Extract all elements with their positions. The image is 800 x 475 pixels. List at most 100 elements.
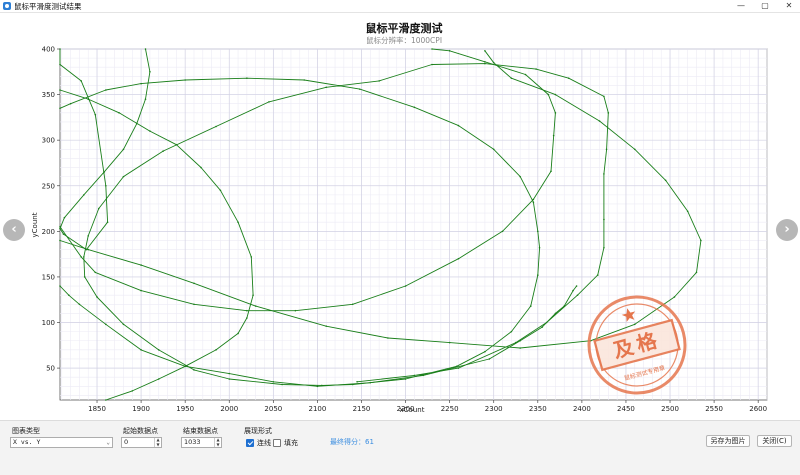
data-point	[501, 230, 504, 233]
control-panel	[0, 420, 800, 475]
chart-type-label: 图表类型	[12, 427, 40, 435]
chart-type-select[interactable]: X vs. Y ⌄	[10, 437, 113, 448]
end-point-stepper[interactable]: ▲ ▼	[214, 438, 221, 447]
data-point	[510, 330, 513, 333]
data-point	[162, 150, 164, 152]
data-point	[237, 332, 239, 335]
data-point	[695, 271, 698, 274]
data-point	[536, 274, 539, 276]
data-point	[404, 378, 407, 380]
data-point	[252, 294, 254, 296]
x-tick-label: 1950	[176, 405, 194, 413]
x-tick-label: 2000	[220, 405, 238, 413]
data-point	[140, 349, 142, 351]
data-point	[633, 323, 636, 326]
data-point	[294, 309, 297, 312]
chart-subtitle: 鼠标分辨率：1000CPI	[366, 35, 442, 45]
data-point	[448, 341, 451, 344]
data-point	[431, 48, 433, 50]
connect-label: 连线	[257, 439, 271, 447]
chart-title: 鼠标平滑度测试	[366, 21, 443, 35]
data-point	[140, 264, 142, 266]
data-point	[547, 93, 550, 96]
data-point	[228, 378, 231, 380]
data-point	[457, 257, 460, 260]
data-point	[603, 218, 605, 221]
data-point	[633, 148, 636, 151]
data-point	[431, 63, 433, 66]
start-point-input[interactable]: 0 ▲ ▼	[121, 437, 162, 448]
data-point	[603, 95, 605, 98]
window-title: 鼠标平滑度测试结果	[14, 2, 82, 11]
data-point	[105, 184, 107, 187]
data-point	[59, 225, 61, 228]
x-tick-label: 2100	[308, 405, 326, 413]
display-mode-label: 展现形式	[244, 427, 272, 435]
checkbox-icon[interactable]	[273, 439, 281, 447]
data-point	[356, 380, 358, 383]
data-point	[78, 303, 81, 306]
data-point	[700, 239, 702, 242]
chevron-down-icon: ⌄	[106, 439, 110, 446]
maximize-button[interactable]: ▢	[755, 0, 775, 13]
data-point	[80, 80, 82, 82]
data-point	[492, 148, 495, 151]
data-point	[105, 399, 107, 401]
data-point	[413, 106, 416, 109]
data-point	[193, 303, 195, 306]
data-point	[457, 124, 460, 127]
y-axis-label: yCount	[31, 212, 39, 237]
checkbox-icon[interactable]	[246, 439, 254, 447]
data-point	[325, 86, 328, 89]
title-bar: 鼠标平滑度测试结果 — ▢ ✕	[0, 0, 800, 13]
data-point	[510, 77, 513, 79]
x-tick-label: 2550	[705, 405, 723, 413]
data-point	[272, 380, 275, 383]
previous-chart-button[interactable]: ‹	[3, 219, 25, 241]
close-button[interactable]: 关闭(C)	[757, 435, 792, 447]
data-point	[572, 289, 574, 292]
data-point	[576, 294, 579, 296]
chart-area: 鼠标平滑度测试 鼠标分辨率：1000CPI 1850 1900 1950 2000 20…	[0, 14, 800, 420]
data-point	[686, 210, 689, 213]
data-point	[519, 175, 521, 178]
data-point	[605, 148, 608, 151]
close-window-button[interactable]: ✕	[779, 0, 799, 13]
chart-type-value: X vs. Y	[13, 438, 41, 446]
end-point-input[interactable]: 1033 ▲ ▼	[181, 437, 222, 448]
x-tick-label: 2450	[617, 405, 635, 413]
save-as-image-button[interactable]: 另存为图片	[706, 435, 750, 447]
data-point	[536, 230, 539, 233]
data-point	[422, 374, 424, 377]
data-point	[673, 296, 676, 298]
next-chart-button[interactable]: ›	[776, 219, 798, 241]
data-point	[532, 198, 535, 201]
data-point	[157, 378, 160, 380]
data-point	[144, 98, 147, 100]
data-point	[83, 256, 85, 258]
start-point-stepper[interactable]: ▲ ▼	[154, 438, 161, 447]
spin-down-icon[interactable]: ▼	[215, 442, 221, 448]
data-point	[413, 374, 416, 377]
final-score: 最终得分：61	[330, 438, 374, 446]
data-point	[105, 323, 107, 326]
end-point-label: 结束数据点	[183, 427, 218, 435]
spin-down-icon[interactable]: ▼	[155, 442, 161, 448]
data-point	[457, 367, 460, 369]
fill-label: 填充	[284, 439, 298, 447]
data-point	[69, 102, 72, 105]
y-tick-label: 300	[42, 137, 55, 145]
data-point	[59, 89, 61, 91]
data-point	[184, 365, 186, 368]
data-point	[254, 305, 257, 307]
data-point	[59, 63, 61, 66]
data-point	[484, 60, 486, 63]
data-point	[144, 48, 147, 50]
data-point	[664, 179, 667, 182]
data-point	[87, 248, 90, 251]
data-point	[200, 166, 202, 169]
data-point	[484, 350, 486, 353]
minimize-button[interactable]: —	[731, 0, 751, 13]
data-point	[87, 98, 90, 100]
data-point	[552, 134, 555, 137]
